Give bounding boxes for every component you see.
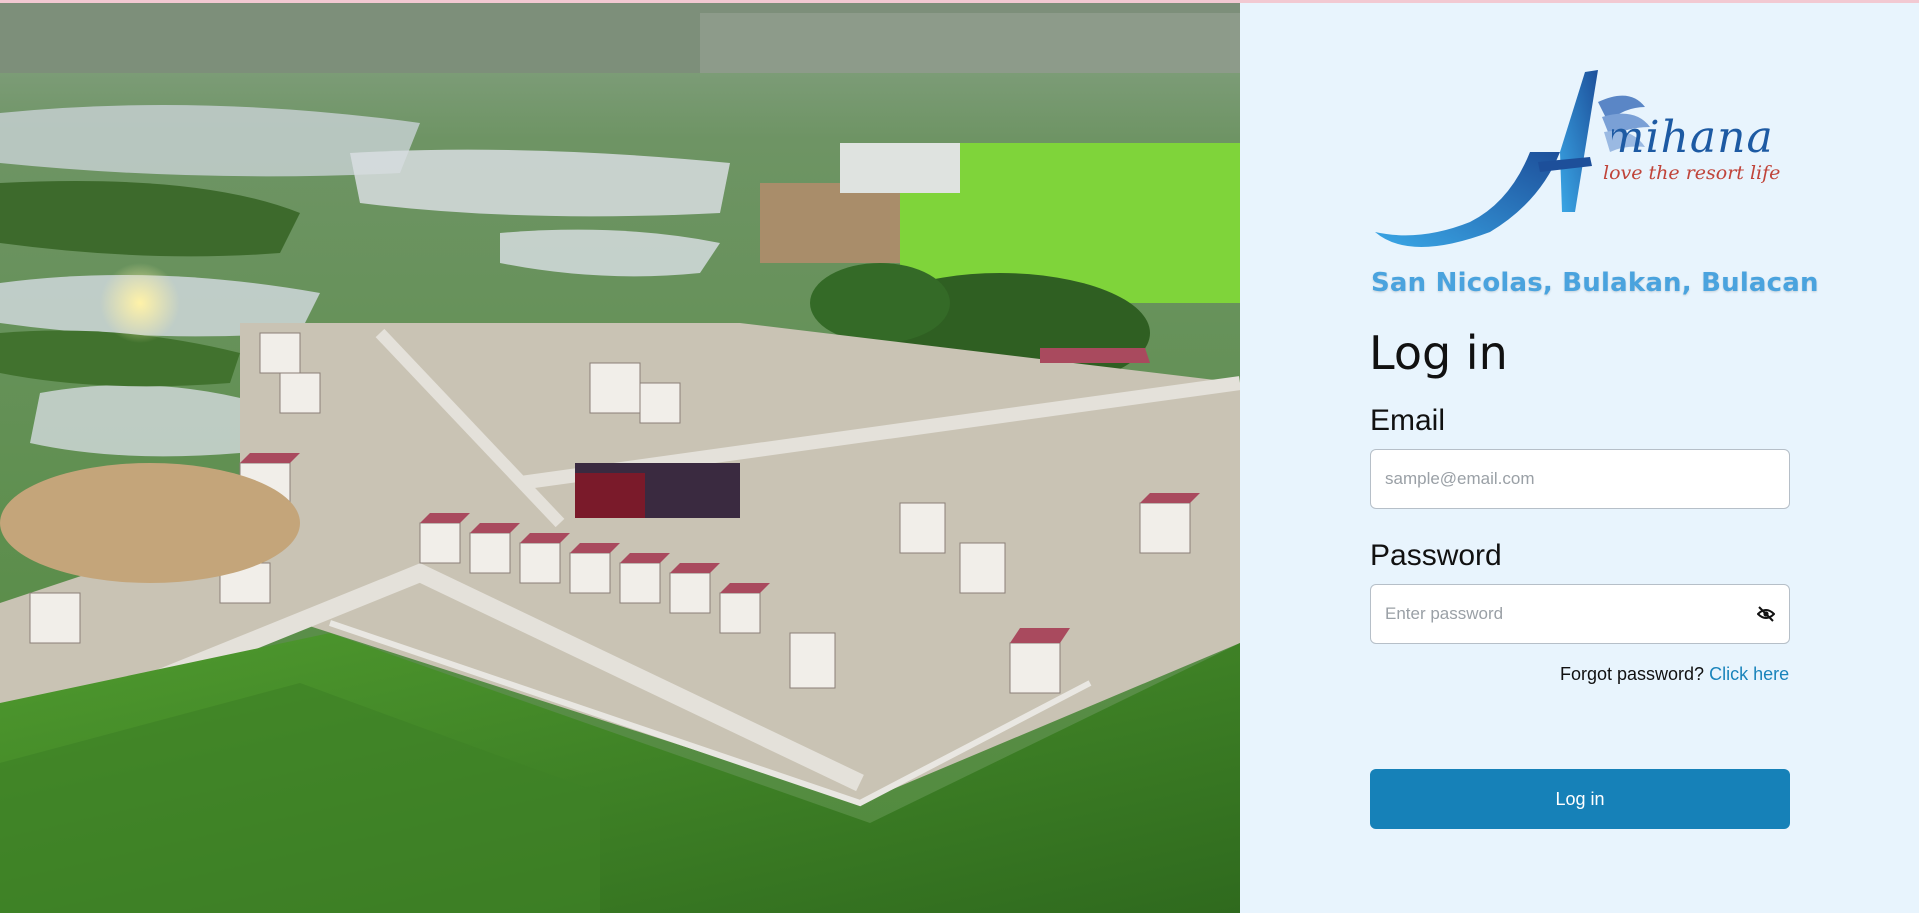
password-field[interactable] — [1370, 584, 1790, 644]
logo-tagline: love the resort life — [1603, 162, 1781, 184]
toggle-password-visibility-button[interactable] — [1752, 602, 1780, 626]
hero-aerial-image — [0, 3, 1240, 913]
page-title: Log in — [1369, 326, 1508, 380]
amihana-logo: Amihana love the resort life — [1370, 62, 1790, 257]
location-text: San Nicolas, Bulakan, Bulacan — [1371, 268, 1819, 298]
email-field[interactable] — [1370, 449, 1790, 509]
forgot-password-prompt: Forgot password? — [1560, 664, 1705, 684]
forgot-password-link[interactable]: Click here — [1709, 664, 1789, 684]
email-label: Email — [1370, 404, 1446, 437]
login-button[interactable]: Log in — [1370, 769, 1790, 829]
password-label: Password — [1370, 539, 1502, 572]
forgot-password: Forgot password? Click here — [1560, 664, 1789, 685]
eye-slash-icon — [1757, 606, 1775, 622]
aerial-village-photo — [0, 3, 1240, 913]
